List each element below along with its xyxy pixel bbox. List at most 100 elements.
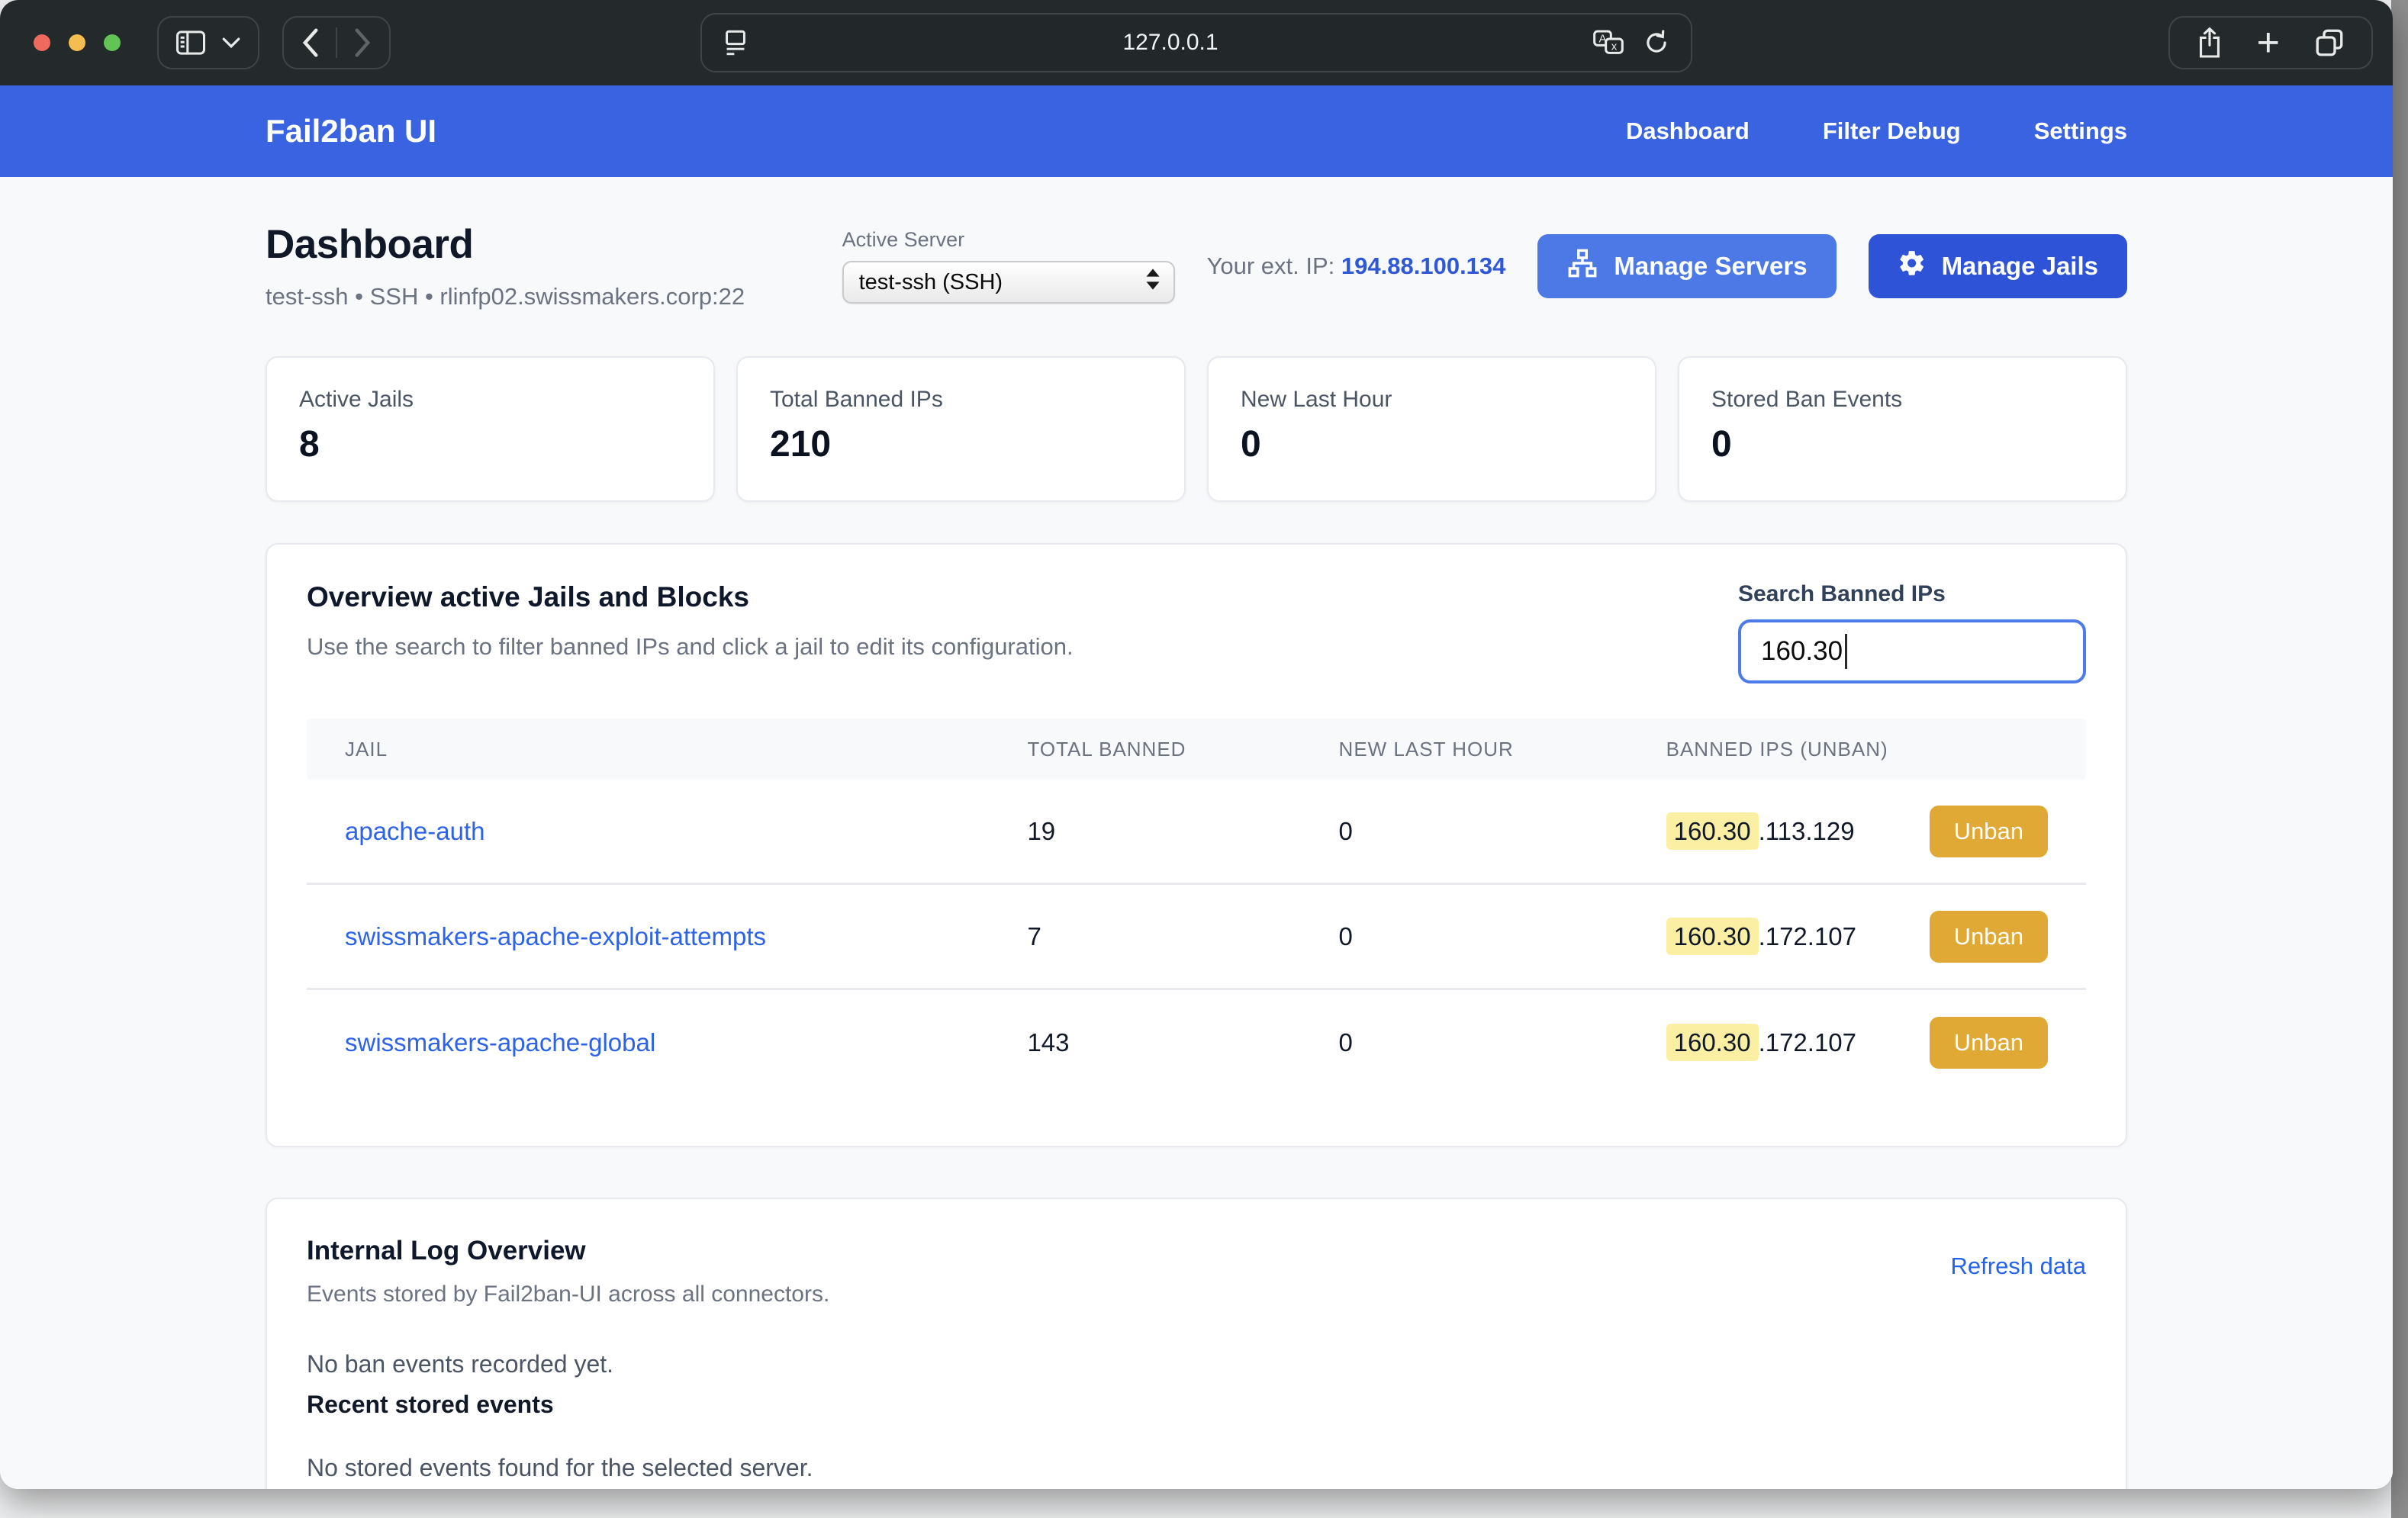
browser-toolbar: 127.0.0.1 A x: [0, 0, 2393, 85]
log-subtitle: Events stored by Fail2ban-UI across all …: [307, 1282, 829, 1307]
stat-card-stored-events: Stored Ban Events 0: [1678, 356, 2127, 502]
reload-icon[interactable]: [1642, 27, 1671, 58]
manage-jails-label: Manage Jails: [1942, 252, 2098, 281]
active-server-block: Active Server test-ssh (SSH): [842, 228, 1175, 304]
new-tab-button[interactable]: +: [2257, 27, 2280, 58]
search-label: Search Banned IPs: [1738, 581, 2086, 607]
new-last-hour-value: 0: [1339, 922, 1666, 951]
overview-title-block: Overview active Jails and Blocks Use the…: [307, 581, 1074, 661]
jails-table: Jail Total Banned New Last Hour Banned I…: [307, 719, 2086, 1095]
stat-cards: Active Jails 8 Total Banned IPs 210 New …: [266, 356, 2127, 502]
new-last-hour-value: 0: [1339, 1028, 1666, 1057]
back-button[interactable]: [301, 27, 320, 58]
zoom-window-button[interactable]: [104, 34, 121, 51]
total-banned-value: 143: [1027, 1028, 1338, 1057]
stat-value: 8: [299, 423, 681, 465]
jail-link[interactable]: swissmakers-apache-global: [345, 1028, 655, 1056]
stat-card-active-jails: Active Jails 8: [266, 356, 715, 502]
manage-servers-label: Manage Servers: [1614, 252, 1807, 281]
unban-button[interactable]: Unban: [1930, 806, 2048, 857]
new-last-hour-value: 0: [1339, 817, 1666, 846]
search-block: Search Banned IPs 160.30: [1738, 581, 2086, 683]
jails-overview-card: Overview active Jails and Blocks Use the…: [266, 543, 2127, 1147]
jail-link[interactable]: apache-auth: [345, 817, 484, 845]
active-server-value: test-ssh (SSH): [859, 270, 1144, 295]
sidebar-toggle-button[interactable]: [157, 16, 259, 69]
stat-label: Active Jails: [299, 387, 681, 413]
window-controls: [34, 34, 121, 51]
tab-overview-icon[interactable]: [2313, 27, 2345, 59]
table-row: swissmakers-apache-exploit-attempts 7 0 …: [307, 885, 2086, 990]
external-ip-label: Your ext. IP:: [1207, 252, 1335, 279]
active-server-select[interactable]: test-ssh (SSH): [842, 261, 1175, 304]
jail-link[interactable]: swissmakers-apache-exploit-attempts: [345, 922, 766, 950]
forward-button[interactable]: [353, 27, 372, 58]
gear-icon: [1898, 249, 1927, 284]
ip-search-highlight: 160.30: [1666, 1024, 1759, 1061]
no-stored-events-text: No stored events found for the selected …: [307, 1454, 2086, 1482]
ip-search-highlight: 160.30: [1666, 918, 1759, 955]
nav-links: Dashboard Filter Debug Settings: [1626, 117, 2127, 145]
stat-value: 0: [1241, 423, 1623, 465]
divider: [336, 27, 337, 58]
history-nav-group: [282, 16, 391, 69]
sitemap-icon: [1566, 247, 1598, 285]
nav-link-settings[interactable]: Settings: [2034, 117, 2127, 145]
search-banned-ips-input[interactable]: 160.30: [1738, 619, 2086, 683]
ip-search-highlight: 160.30: [1666, 812, 1759, 850]
toolbar-right-group: +: [2168, 16, 2373, 69]
title-block: Dashboard test-ssh • SSH • rlinfp02.swis…: [266, 221, 745, 310]
refresh-data-link[interactable]: Refresh data: [1951, 1253, 2087, 1280]
nav-link-filter-debug[interactable]: Filter Debug: [1823, 117, 1961, 145]
active-server-label: Active Server: [842, 228, 1175, 252]
share-icon[interactable]: [2196, 26, 2223, 59]
table-row: apache-auth 19 0 160.30.113.129 Unban: [307, 780, 2086, 885]
overview-title: Overview active Jails and Blocks: [307, 581, 1074, 613]
stat-label: Total Banned IPs: [770, 387, 1152, 413]
column-header-banned-ips: Banned IPs (Unban): [1666, 738, 2086, 761]
total-banned-value: 7: [1027, 922, 1338, 951]
nav-link-dashboard[interactable]: Dashboard: [1626, 117, 1750, 145]
column-header-jail: Jail: [307, 738, 1027, 761]
stat-label: New Last Hour: [1241, 387, 1623, 413]
column-header-total-banned: Total Banned: [1027, 738, 1338, 761]
manage-jails-button[interactable]: Manage Jails: [1869, 234, 2127, 298]
stat-value: 0: [1711, 423, 2094, 465]
minimize-window-button[interactable]: [69, 34, 85, 51]
column-header-new-last-hour: New Last Hour: [1339, 738, 1666, 761]
chevron-down-icon: [221, 36, 241, 50]
app-brand: Fail2ban UI: [266, 113, 436, 150]
search-input-value: 160.30: [1761, 636, 1843, 667]
internal-log-card: Internal Log Overview Events stored by F…: [266, 1198, 2127, 1489]
svg-text:x: x: [1611, 40, 1618, 53]
address-bar[interactable]: 127.0.0.1 A x: [700, 13, 1692, 72]
desktop-background: [2391, 0, 2408, 1518]
select-arrows-icon: [1144, 266, 1161, 298]
page-title: Dashboard: [266, 221, 745, 268]
sidebar-icon: [175, 30, 206, 56]
page-body: Dashboard test-ssh • SSH • rlinfp02.swis…: [0, 177, 2393, 1489]
browser-window: 127.0.0.1 A x: [0, 0, 2393, 1489]
recent-stored-events-title: Recent stored events: [307, 1391, 2086, 1419]
overview-subtitle: Use the search to filter banned IPs and …: [307, 633, 1074, 661]
app-navbar: Fail2ban UI Dashboard Filter Debug Setti…: [0, 85, 2393, 177]
stat-card-new-last-hour: New Last Hour 0: [1207, 356, 1656, 502]
manage-servers-button[interactable]: Manage Servers: [1537, 234, 1836, 298]
external-ip-link[interactable]: 194.88.100.134: [1341, 252, 1506, 279]
banned-ip: 160.30.172.107: [1666, 1028, 1856, 1057]
page-format-icon[interactable]: [722, 27, 749, 58]
close-window-button[interactable]: [34, 34, 50, 51]
no-ban-events-text: No ban events recorded yet.: [307, 1350, 2086, 1378]
unban-button[interactable]: Unban: [1930, 1017, 2048, 1069]
table-row: swissmakers-apache-global 143 0 160.30.1…: [307, 990, 2086, 1095]
total-banned-value: 19: [1027, 817, 1338, 846]
banned-ip: 160.30.113.129: [1666, 817, 1855, 846]
stat-value: 210: [770, 423, 1152, 465]
unban-button[interactable]: Unban: [1930, 911, 2048, 963]
stat-label: Stored Ban Events: [1711, 387, 2094, 413]
dashboard-header: Dashboard test-ssh • SSH • rlinfp02.swis…: [266, 221, 2127, 310]
log-title-block: Internal Log Overview Events stored by F…: [307, 1236, 829, 1307]
external-ip: Your ext. IP: 194.88.100.134: [1207, 252, 1506, 280]
url-text: 127.0.0.1: [749, 30, 1592, 56]
translate-icon[interactable]: A x: [1592, 27, 1625, 58]
